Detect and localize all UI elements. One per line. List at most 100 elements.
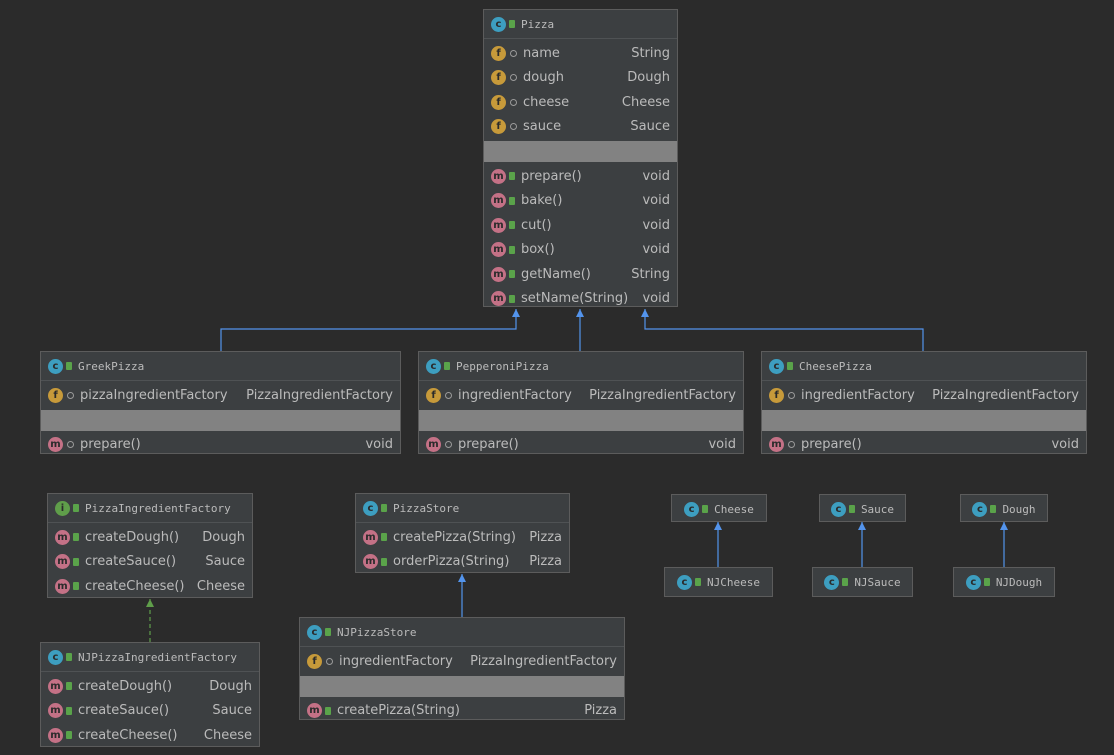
public-lock-icon: [73, 557, 79, 566]
constructors-divider: [419, 409, 743, 431]
constructors-divider: [762, 409, 1086, 431]
method-row: m createDough() Dough: [41, 674, 259, 699]
method-name: createCheese(): [85, 578, 185, 594]
njcheese-class-box[interactable]: c NJCheese: [664, 567, 773, 597]
method-name: createSauce(): [85, 554, 177, 570]
method-icon: m: [363, 554, 378, 570]
njdough-class-box[interactable]: c NJDough: [953, 567, 1055, 597]
class-icon: c: [830, 501, 846, 517]
class-icon: c: [48, 649, 63, 665]
njsauce-title: NJSauce: [854, 575, 901, 589]
field-type: PizzaIngredientFactory: [470, 653, 617, 669]
class-icon: c: [965, 574, 981, 590]
field-name: sauce: [523, 119, 562, 135]
pizzastore-methods: m createPizza(String) Pizza m orderPizza…: [356, 523, 569, 576]
method-return-type: Sauce: [212, 703, 252, 719]
njsauce-class-box[interactable]: c NJSauce: [812, 567, 913, 597]
field-name: cheese: [523, 94, 570, 110]
sauce-class-box[interactable]: c Sauce: [819, 494, 906, 522]
package-visibility-icon: [510, 123, 517, 131]
cheesepizza-class-box[interactable]: c CheesePizza f ingredientFactory PizzaI…: [761, 351, 1087, 454]
dough-title: Dough: [1002, 502, 1036, 516]
field-type: PizzaIngredientFactory: [246, 387, 393, 403]
method-return-type: Sauce: [205, 554, 245, 570]
cheese-header: c Cheese: [672, 495, 766, 523]
njpizzaingredientfactory-class-box[interactable]: c NJPizzaIngredientFactory m createDough…: [40, 642, 260, 747]
method-icon: m: [491, 217, 506, 233]
method-row: m createSauce() Sauce: [41, 699, 259, 724]
method-row: m createPizza(String) Pizza: [300, 699, 624, 724]
method-icon: m: [491, 193, 506, 209]
method-return-type: void: [642, 168, 670, 184]
public-lock-icon: [509, 221, 515, 230]
pizzaingredientfactory-interface-box[interactable]: i PizzaIngredientFactory m createDough()…: [47, 493, 253, 598]
pizzaingredientfactory-header: i PizzaIngredientFactory: [48, 494, 252, 523]
constructors-divider: [41, 409, 400, 431]
method-row: m setName(String) void: [484, 287, 677, 312]
field-row: f ingredientFactory PizzaIngredientFacto…: [419, 383, 743, 408]
interface-icon: i: [55, 500, 70, 516]
njpizzaingredientfactory-title: NJPizzaIngredientFactory: [78, 650, 237, 664]
class-icon: c: [824, 574, 840, 590]
public-lock-icon: [509, 270, 515, 279]
method-row: m createSauce() Sauce: [48, 550, 252, 575]
public-lock-icon: [983, 578, 990, 586]
field-name: ingredientFactory: [339, 653, 453, 669]
field-name: ingredientFactory: [458, 387, 572, 403]
sauce-title: Sauce: [860, 502, 895, 516]
cheesepizza-header: c CheesePizza: [762, 352, 1086, 381]
method-icon: m: [491, 291, 506, 307]
pizza-class-box[interactable]: c Pizza f name String f dough Dough f ch…: [483, 9, 678, 307]
njcheese-title: NJCheese: [707, 575, 760, 589]
class-icon: c: [363, 500, 378, 516]
field-row: f ingredientFactory PizzaIngredientFacto…: [762, 383, 1086, 408]
pepperonipizza-fields: f ingredientFactory PizzaIngredientFacto…: [419, 381, 743, 410]
method-row: m prepare() void: [419, 433, 743, 458]
cheese-class-box[interactable]: c Cheese: [671, 494, 767, 522]
method-name: prepare(): [458, 437, 519, 453]
greekpizza-class-box[interactable]: c GreekPizza f pizzaIngredientFactory Pi…: [40, 351, 401, 454]
field-row: f name String: [484, 41, 677, 66]
public-lock-icon: [509, 20, 515, 28]
class-icon: c: [769, 358, 784, 374]
field-icon: f: [491, 94, 506, 110]
field-type: Sauce: [630, 119, 670, 135]
method-row: m createDough() Dough: [48, 525, 252, 550]
method-name: box(): [521, 242, 555, 258]
package-visibility-icon: [510, 49, 517, 57]
public-lock-icon: [325, 628, 331, 636]
method-return-type: String: [631, 266, 670, 282]
dough-class-box[interactable]: c Dough: [960, 494, 1048, 522]
greekpizza-header: c GreekPizza: [41, 352, 400, 381]
field-name: name: [523, 45, 560, 61]
method-icon: m: [48, 727, 63, 743]
njpizzastore-class-box[interactable]: c NJPizzaStore f ingredientFactory Pizza…: [299, 617, 625, 720]
field-type: PizzaIngredientFactory: [589, 387, 736, 403]
method-name: createPizza(String): [337, 703, 460, 719]
field-icon: f: [307, 653, 322, 669]
public-lock-icon: [66, 653, 72, 661]
njsauce-header: c NJSauce: [813, 568, 912, 596]
method-name: createDough(): [85, 529, 180, 545]
field-row: f ingredientFactory PizzaIngredientFacto…: [300, 649, 624, 674]
greekpizza-fields: f pizzaIngredientFactory PizzaIngredient…: [41, 381, 400, 410]
field-icon: f: [48, 387, 63, 403]
method-icon: m: [426, 437, 441, 453]
njpizzastore-title: NJPizzaStore: [337, 625, 417, 639]
method-return-type: void: [1051, 437, 1079, 453]
method-name: getName(): [521, 266, 591, 282]
pizza-title: Pizza: [521, 17, 555, 31]
package-visibility-icon: [510, 74, 517, 82]
edge-cheesepizza-extends-pizza: [641, 309, 924, 351]
method-return-type: void: [708, 437, 736, 453]
pepperonipizza-class-box[interactable]: c PepperoniPizza f ingredientFactory Piz…: [418, 351, 744, 454]
cheesepizza-title: CheesePizza: [799, 359, 872, 373]
method-return-type: Cheese: [196, 578, 245, 594]
pizzastore-class-box[interactable]: c PizzaStore m createPizza(String) Pizza…: [355, 493, 570, 573]
public-lock-icon: [444, 362, 450, 370]
field-icon: f: [769, 387, 784, 403]
method-name: bake(): [521, 193, 563, 209]
class-icon: c: [426, 358, 441, 374]
method-row: m createCheese() Cheese: [48, 574, 252, 599]
method-row: m prepare() void: [762, 433, 1086, 458]
